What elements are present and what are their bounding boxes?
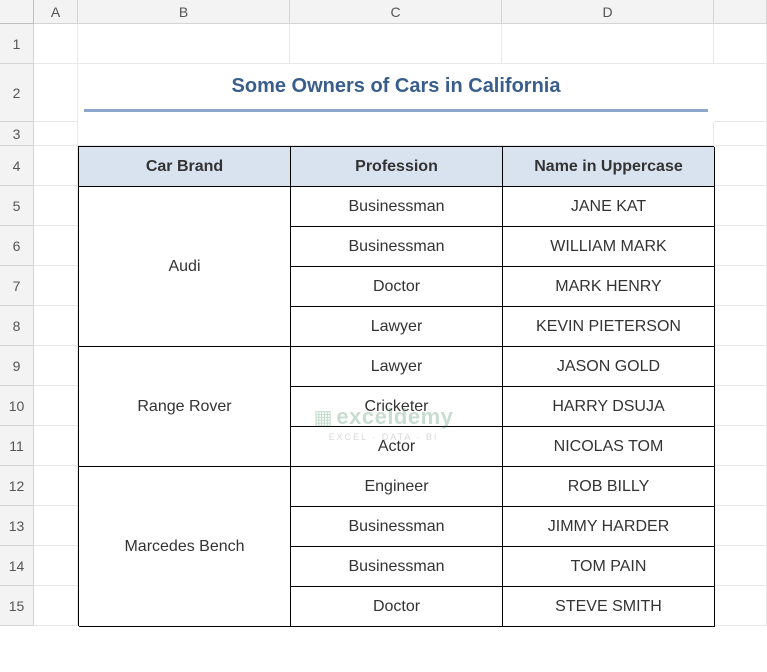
header-brand[interactable]: Car Brand [79, 147, 291, 187]
name-2-3[interactable]: STEVE SMITH [503, 587, 715, 627]
row-header-8[interactable]: 8 [0, 306, 34, 346]
brand-2[interactable]: Marcedes Bench [79, 467, 291, 627]
cell-A3[interactable] [34, 122, 78, 146]
profession-1-2[interactable]: Actor [291, 427, 503, 467]
header-name[interactable]: Name in Uppercase [503, 147, 715, 187]
profession-1-1[interactable]: Cricketer [291, 387, 503, 427]
row-header-7[interactable]: 7 [0, 266, 34, 306]
brand-0[interactable]: Audi [79, 187, 291, 347]
name-2-2[interactable]: TOM PAIN [503, 547, 715, 587]
cell-B1[interactable] [78, 24, 290, 64]
cell-E3[interactable] [714, 122, 767, 146]
cell-A13[interactable] [34, 506, 78, 546]
row-header-6[interactable]: 6 [0, 226, 34, 266]
data-table: Car Brand Profession Name in Uppercase A… [78, 146, 714, 626]
name-1-0[interactable]: JASON GOLD [503, 347, 715, 387]
cell-E4[interactable] [714, 146, 767, 186]
name-1-2[interactable]: NICOLAS TOM [503, 427, 715, 467]
row-header-10[interactable]: 10 [0, 386, 34, 426]
cell-A8[interactable] [34, 306, 78, 346]
profession-1-0[interactable]: Lawyer [291, 347, 503, 387]
cell-E9[interactable] [714, 346, 767, 386]
cell-E10[interactable] [714, 386, 767, 426]
cell-E12[interactable] [714, 466, 767, 506]
cell-B3D3[interactable] [78, 122, 714, 146]
name-0-1[interactable]: WILLIAM MARK [503, 227, 715, 267]
cell-E8[interactable] [714, 306, 767, 346]
col-header-A[interactable]: A [34, 0, 78, 24]
row-header-3[interactable]: 3 [0, 122, 34, 146]
cell-E13[interactable] [714, 506, 767, 546]
cell-E14[interactable] [714, 546, 767, 586]
profession-2-0[interactable]: Engineer [291, 467, 503, 507]
spreadsheet-grid: A B C D 1 2 Some Owners of Cars in Calif… [0, 0, 767, 626]
cell-E1[interactable] [714, 24, 767, 64]
cell-A15[interactable] [34, 586, 78, 626]
page-title[interactable]: Some Owners of Cars in California [84, 64, 708, 112]
row-header-5[interactable]: 5 [0, 186, 34, 226]
col-header-B[interactable]: B [78, 0, 290, 24]
row-header-13[interactable]: 13 [0, 506, 34, 546]
row-header-12[interactable]: 12 [0, 466, 34, 506]
col-header-D[interactable]: D [502, 0, 714, 24]
header-profession[interactable]: Profession [291, 147, 503, 187]
profession-0-2[interactable]: Doctor [291, 267, 503, 307]
row-header-14[interactable]: 14 [0, 546, 34, 586]
cell-A12[interactable] [34, 466, 78, 506]
row-header-9[interactable]: 9 [0, 346, 34, 386]
cell-A6[interactable] [34, 226, 78, 266]
name-2-1[interactable]: JIMMY HARDER [503, 507, 715, 547]
cell-C1[interactable] [290, 24, 502, 64]
cell-E7[interactable] [714, 266, 767, 306]
profession-2-1[interactable]: Businessman [291, 507, 503, 547]
profession-2-2[interactable]: Businessman [291, 547, 503, 587]
name-2-0[interactable]: ROB BILLY [503, 467, 715, 507]
cell-E15[interactable] [714, 586, 767, 626]
row-header-11[interactable]: 11 [0, 426, 34, 466]
cell-E6[interactable] [714, 226, 767, 266]
profession-0-1[interactable]: Businessman [291, 227, 503, 267]
name-1-1[interactable]: HARRY DSUJA [503, 387, 715, 427]
row-header-15[interactable]: 15 [0, 586, 34, 626]
cell-E5[interactable] [714, 186, 767, 226]
cell-A11[interactable] [34, 426, 78, 466]
cell-A1[interactable] [34, 24, 78, 64]
row-header-2[interactable]: 2 [0, 64, 34, 122]
cell-A9[interactable] [34, 346, 78, 386]
profession-0-3[interactable]: Lawyer [291, 307, 503, 347]
cell-A2[interactable] [34, 64, 78, 122]
select-all-corner[interactable] [0, 0, 34, 24]
cell-A4[interactable] [34, 146, 78, 186]
profession-2-3[interactable]: Doctor [291, 587, 503, 627]
brand-1[interactable]: Range Rover [79, 347, 291, 467]
name-0-2[interactable]: MARK HENRY [503, 267, 715, 307]
cell-E11[interactable] [714, 426, 767, 466]
name-0-0[interactable]: JANE KAT [503, 187, 715, 227]
col-header-blank[interactable] [714, 0, 767, 24]
cell-A5[interactable] [34, 186, 78, 226]
cell-A14[interactable] [34, 546, 78, 586]
row-header-4[interactable]: 4 [0, 146, 34, 186]
row-header-1[interactable]: 1 [0, 24, 34, 64]
col-header-C[interactable]: C [290, 0, 502, 24]
cell-A10[interactable] [34, 386, 78, 426]
cell-E2[interactable] [714, 64, 767, 122]
name-0-3[interactable]: KEVIN PIETERSON [503, 307, 715, 347]
profession-0-0[interactable]: Businessman [291, 187, 503, 227]
cell-A7[interactable] [34, 266, 78, 306]
cell-D1[interactable] [502, 24, 714, 64]
